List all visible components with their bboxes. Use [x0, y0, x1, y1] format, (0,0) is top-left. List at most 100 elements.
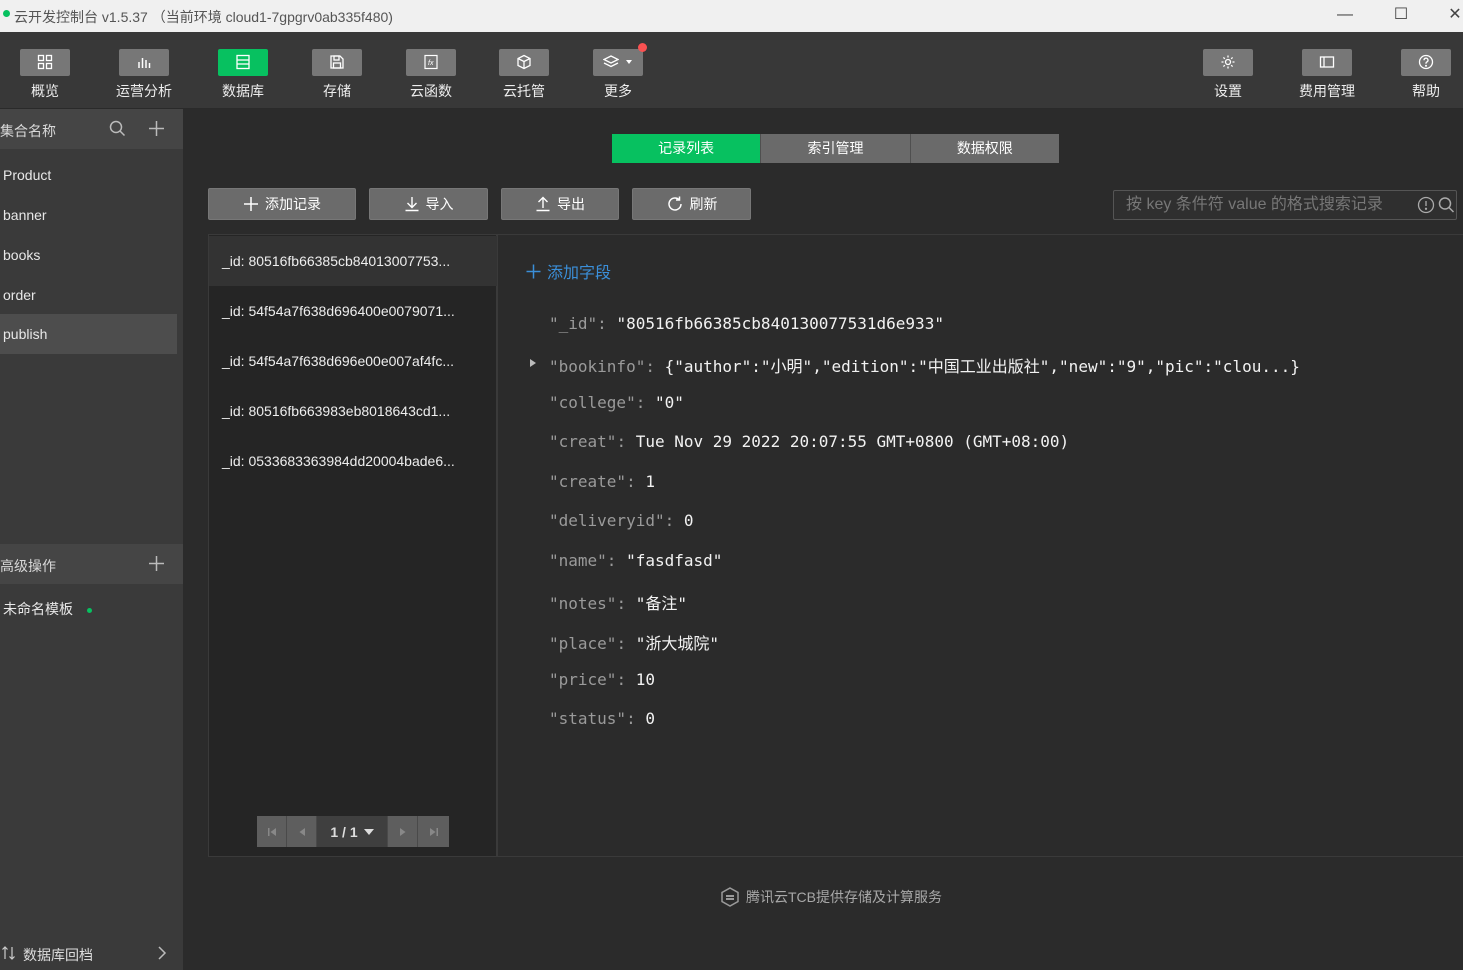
- next-page-button[interactable]: [388, 816, 418, 847]
- toolbar-label: 更多: [604, 83, 632, 99]
- collection-item-publish[interactable]: publish: [0, 314, 177, 354]
- toolbar-label: 存储: [323, 83, 351, 99]
- field-row[interactable]: "bookinfo": {"author":"小明","edition":"中国…: [549, 353, 1300, 377]
- import-button[interactable]: 导入: [369, 188, 488, 220]
- field-row[interactable]: "notes": "备注": [549, 590, 687, 614]
- toolbar-settings[interactable]: 设置: [1188, 49, 1268, 101]
- toolbar-overview[interactable]: 概览: [5, 49, 85, 101]
- expand-icon[interactable]: [530, 359, 536, 367]
- last-page-button[interactable]: [418, 816, 449, 847]
- collection-item-product[interactable]: Product: [0, 155, 177, 195]
- database-icon: [218, 49, 268, 76]
- field-row[interactable]: "place": "浙大城院": [549, 630, 719, 654]
- toolbar-analytics[interactable]: 运营分析: [104, 49, 184, 101]
- toolbar-functions[interactable]: fx 云函数: [391, 49, 471, 101]
- toolbar-label: 概览: [31, 83, 59, 99]
- toolbar-label: 帮助: [1412, 83, 1440, 99]
- help-icon: [1401, 49, 1451, 76]
- field-value: 0: [683, 511, 694, 530]
- collection-item-banner[interactable]: banner: [0, 195, 177, 235]
- collection-item-books[interactable]: books: [0, 235, 177, 275]
- add-template-icon[interactable]: [148, 555, 165, 572]
- field-row[interactable]: "creat": Tue Nov 29 2022 20:07:55 GMT+08…: [549, 432, 1069, 451]
- add-field-button[interactable]: 添加字段: [526, 259, 611, 283]
- field-key: "place": [549, 634, 617, 653]
- record-search-input[interactable]: [1114, 191, 1414, 219]
- toolbar-cloud-hosting[interactable]: 云托管: [484, 49, 564, 101]
- toolbar-storage[interactable]: 存储: [297, 49, 377, 101]
- close-window-button[interactable]: ✕: [1440, 4, 1463, 26]
- export-label: 导出: [557, 196, 585, 212]
- collections-sidebar: 集合名称 Product banner books order publish …: [0, 109, 183, 970]
- database-rollback[interactable]: 数据库回档: [0, 933, 183, 970]
- collection-item-order[interactable]: order: [0, 275, 177, 315]
- minimize-button[interactable]: —: [1330, 4, 1360, 26]
- field-row[interactable]: "create": 1: [549, 472, 655, 491]
- toolbar-label: 设置: [1214, 83, 1242, 99]
- field-value: 0: [645, 709, 655, 728]
- prev-page-button[interactable]: [287, 816, 317, 847]
- field-key: "name": [549, 551, 607, 570]
- main-toolbar: 概览 运营分析 数据库 存储 fx 云函数 云托管 更多 设置 费用管理 帮助: [0, 32, 1463, 109]
- tab-records[interactable]: 记录列表: [612, 134, 762, 163]
- toolbar-help[interactable]: 帮助: [1386, 49, 1463, 101]
- tencent-cloud-logo-icon: [721, 887, 739, 907]
- toolbar-database[interactable]: 数据库: [203, 49, 283, 101]
- field-row[interactable]: "price": 10: [549, 670, 655, 689]
- gear-icon: [1203, 49, 1253, 76]
- maximize-button[interactable]: ☐: [1386, 4, 1416, 26]
- tab-indexes[interactable]: 索引管理: [761, 134, 911, 163]
- export-button[interactable]: 导出: [501, 188, 619, 220]
- search-icon[interactable]: [1438, 196, 1455, 214]
- page-selector[interactable]: 1 / 1: [317, 816, 388, 847]
- import-label: 导入: [425, 196, 454, 212]
- toolbar-label: 云托管: [503, 83, 545, 99]
- grid-icon: [20, 49, 70, 76]
- chevron-down-icon: [363, 828, 374, 835]
- field-row[interactable]: "college": "0": [549, 393, 684, 412]
- record-item[interactable]: _id: 54f54a7f638d696e00e007af4fc...: [209, 336, 497, 386]
- toolbar-label: 云函数: [410, 83, 452, 99]
- field-value: Tue Nov 29 2022 20:07:55 GMT+0800 (GMT+0…: [635, 432, 1070, 451]
- upload-icon: [536, 196, 550, 212]
- tab-permissions[interactable]: 数据权限: [910, 134, 1059, 163]
- add-record-button[interactable]: 添加记录: [208, 188, 356, 220]
- chevron-down-icon: [626, 60, 632, 64]
- field-row[interactable]: "deliveryid": 0: [549, 511, 694, 530]
- record-item[interactable]: _id: 80516fb663983eb8018643cd1...: [209, 386, 497, 436]
- field-value: "80516fb66385cb840130077531d6e933": [616, 314, 944, 333]
- record-item[interactable]: _id: 54f54a7f638d696400e0079071...: [209, 286, 497, 336]
- billing-icon: [1302, 49, 1352, 76]
- field-row[interactable]: "_id": "80516fb66385cb840130077531d6e933…: [549, 314, 944, 333]
- pagination: 1 / 1: [257, 816, 449, 847]
- toolbar-label: 运营分析: [116, 83, 172, 99]
- search-icon[interactable]: [109, 120, 126, 137]
- add-collection-icon[interactable]: [148, 120, 165, 137]
- record-search: [1113, 190, 1457, 220]
- first-page-button[interactable]: [257, 816, 287, 847]
- field-key: "status": [549, 709, 627, 728]
- record-item[interactable]: _id: 80516fb66385cb84013007753...: [209, 236, 497, 286]
- collections-header-label: 集合名称: [0, 123, 56, 139]
- field-value: {"author":"小明","edition":"中国工业出版社","new"…: [664, 357, 1300, 376]
- field-value: "浙大城院": [635, 634, 719, 653]
- page-indicator: 1 / 1: [330, 823, 358, 840]
- first-page-icon: [267, 827, 276, 836]
- refresh-button[interactable]: 刷新: [632, 188, 751, 220]
- record-item[interactable]: _id: 0533683363984dd20004bade6...: [209, 436, 497, 486]
- toolbar-more[interactable]: 更多: [578, 43, 658, 101]
- field-value: 1: [645, 472, 655, 491]
- app-logo-icon: [3, 10, 10, 17]
- template-item[interactable]: 未命名模板: [0, 589, 177, 629]
- plus-icon: [526, 264, 541, 278]
- record-detail: 添加字段 "_id": "80516fb66385cb840130077531d…: [497, 234, 1463, 857]
- field-row[interactable]: "status": 0: [549, 709, 655, 728]
- field-row[interactable]: "name": "fasdfasd": [549, 551, 722, 570]
- cube-icon: [499, 49, 549, 76]
- sort-icon: [2, 946, 15, 960]
- info-icon[interactable]: [1417, 196, 1435, 214]
- provider-note: 腾讯云TCB提供存储及计算服务: [720, 887, 942, 907]
- field-value: 10: [635, 670, 655, 689]
- field-key: "notes": [549, 594, 617, 613]
- toolbar-billing[interactable]: 费用管理: [1287, 49, 1367, 101]
